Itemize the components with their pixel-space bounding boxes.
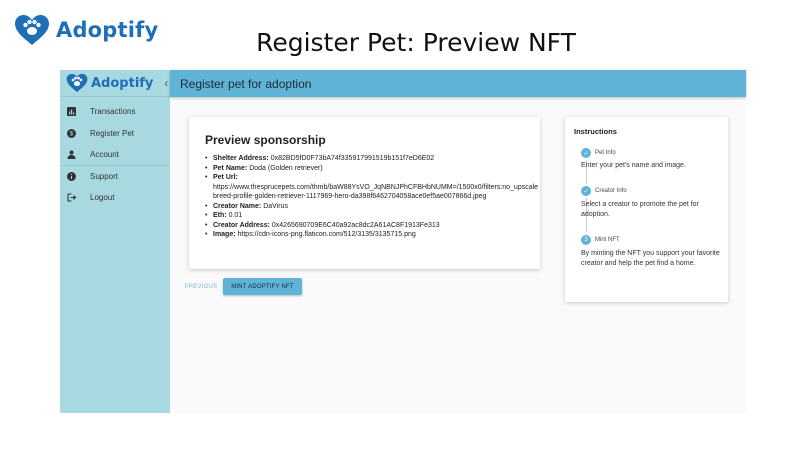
info-icon [66,171,76,181]
step-description: Select a creator to promote the pet for … [581,201,699,218]
sidebar-item-label: Account [90,149,119,159]
app-topbar: Register pet for adoption [170,70,746,97]
pet-name-row: Pet Name: Doda (Golden retriever) [205,164,540,174]
creator-name-row: Creator Name: DaVirus [205,202,540,212]
preview-sponsorship-card: Preview sponsorship Shelter Address: 0x8… [189,117,540,269]
sidebar-item-account[interactable]: Account [60,144,170,166]
person-icon [66,149,76,159]
sidebar-item-label: Support [90,171,119,181]
preview-details-list: Shelter Address: 0x82BD5fD0F73bA74f33591… [205,154,540,240]
field-label: Shelter Address: [213,155,269,162]
field-label: Creator Address: [213,221,270,229]
step-pet-info: ✓ Pet Info [581,148,616,158]
step-label: Creator Info [595,188,627,194]
image-row: Image: https://cdn-icons-png.flaticon.co… [205,230,540,240]
field-label: Creator Name: [213,202,262,210]
sidebar-brand-name: Adoptify [91,75,154,91]
field-label: Pet Url: [213,174,238,181]
check-icon: ✓ [581,186,591,196]
eth-value: 0.01 [228,212,243,219]
shelter-address-value: 0x82BD5fD0F73bA74f335917991519b151f7eD6E… [270,155,435,162]
preview-heading: Preview sponsorship [205,133,326,147]
chart-icon [66,107,76,117]
sidebar-item-label: Transactions [90,107,136,117]
sidebar-item-logout[interactable]: Logout [60,187,170,209]
slide-title: Register Pet: Preview NFT [256,28,576,57]
step-creator-info: ✓ Creator Info [581,186,627,196]
previous-button[interactable]: PREVIOUS [183,279,219,295]
field-label: Image: [213,231,236,238]
pet-url-row: Pet Url: [205,173,540,183]
sidebar-nav: Transactions $ Register Pet Account Supp… [60,97,170,209]
field-label: Pet Name: [213,164,248,172]
heart-paw-logo-icon [66,73,88,93]
instructions-card: Instructions ✓ Pet Info Enter your pet's… [565,117,728,302]
collapse-sidebar-icon[interactable]: ‹ [164,76,168,90]
step-description: By minting the NFT you support your favo… [581,250,720,267]
pet-url-value-line1: https://www.thesprucepets.com/thmb/baW88… [213,183,539,191]
sidebar-item-transactions[interactable]: Transactions [60,101,170,123]
creator-address-value: 0x4265690709E6C40a92ac8dc2A61AC8F1913Fe3… [271,221,440,229]
creator-name-value: DaVirus [263,202,288,210]
shelter-address-row: Shelter Address: 0x82BD5fD0F73bA74f33591… [205,154,540,164]
eth-row: Eth: 0.01 [205,211,540,221]
sidebar-item-support[interactable]: Support [60,166,170,188]
step-description: Enter your pet's name and image. [581,162,686,169]
image-url-value: https://cdn-icons-png.flaticon.com/512/3… [237,231,416,238]
step-label: Mint NFT [595,237,620,243]
mint-nft-button[interactable]: MINT ADOPTIFY NFT [223,278,302,295]
pet-url-value-line2: breed-profile-golden-retriever-1117969-h… [213,193,487,200]
app-window: Adoptify ‹ Transactions $ Register Pet A… [60,70,746,413]
step-mint-nft: 3 Mint NFT [581,235,620,245]
pet-name-value: Doda (Golden retriever) [249,164,323,172]
sidebar: Adoptify ‹ Transactions $ Register Pet A… [60,70,170,413]
logout-icon [66,193,76,203]
field-label: Eth: [213,212,227,219]
sidebar-item-label: Logout [90,193,115,203]
check-icon: ✓ [581,148,591,158]
page-title: Register pet for adoption [180,76,312,91]
instructions-title: Instructions [574,127,617,136]
sidebar-header: Adoptify ‹ [60,70,170,97]
step-label: Pet Info [595,150,616,156]
sidebar-item-register-pet[interactable]: $ Register Pet [60,123,170,145]
dollar-icon: $ [66,128,76,138]
sidebar-item-label: Register Pet [90,128,135,138]
creator-address-row: Creator Address: 0x4265690709E6C40a92ac8… [205,221,540,231]
step-number-badge: 3 [581,235,591,245]
